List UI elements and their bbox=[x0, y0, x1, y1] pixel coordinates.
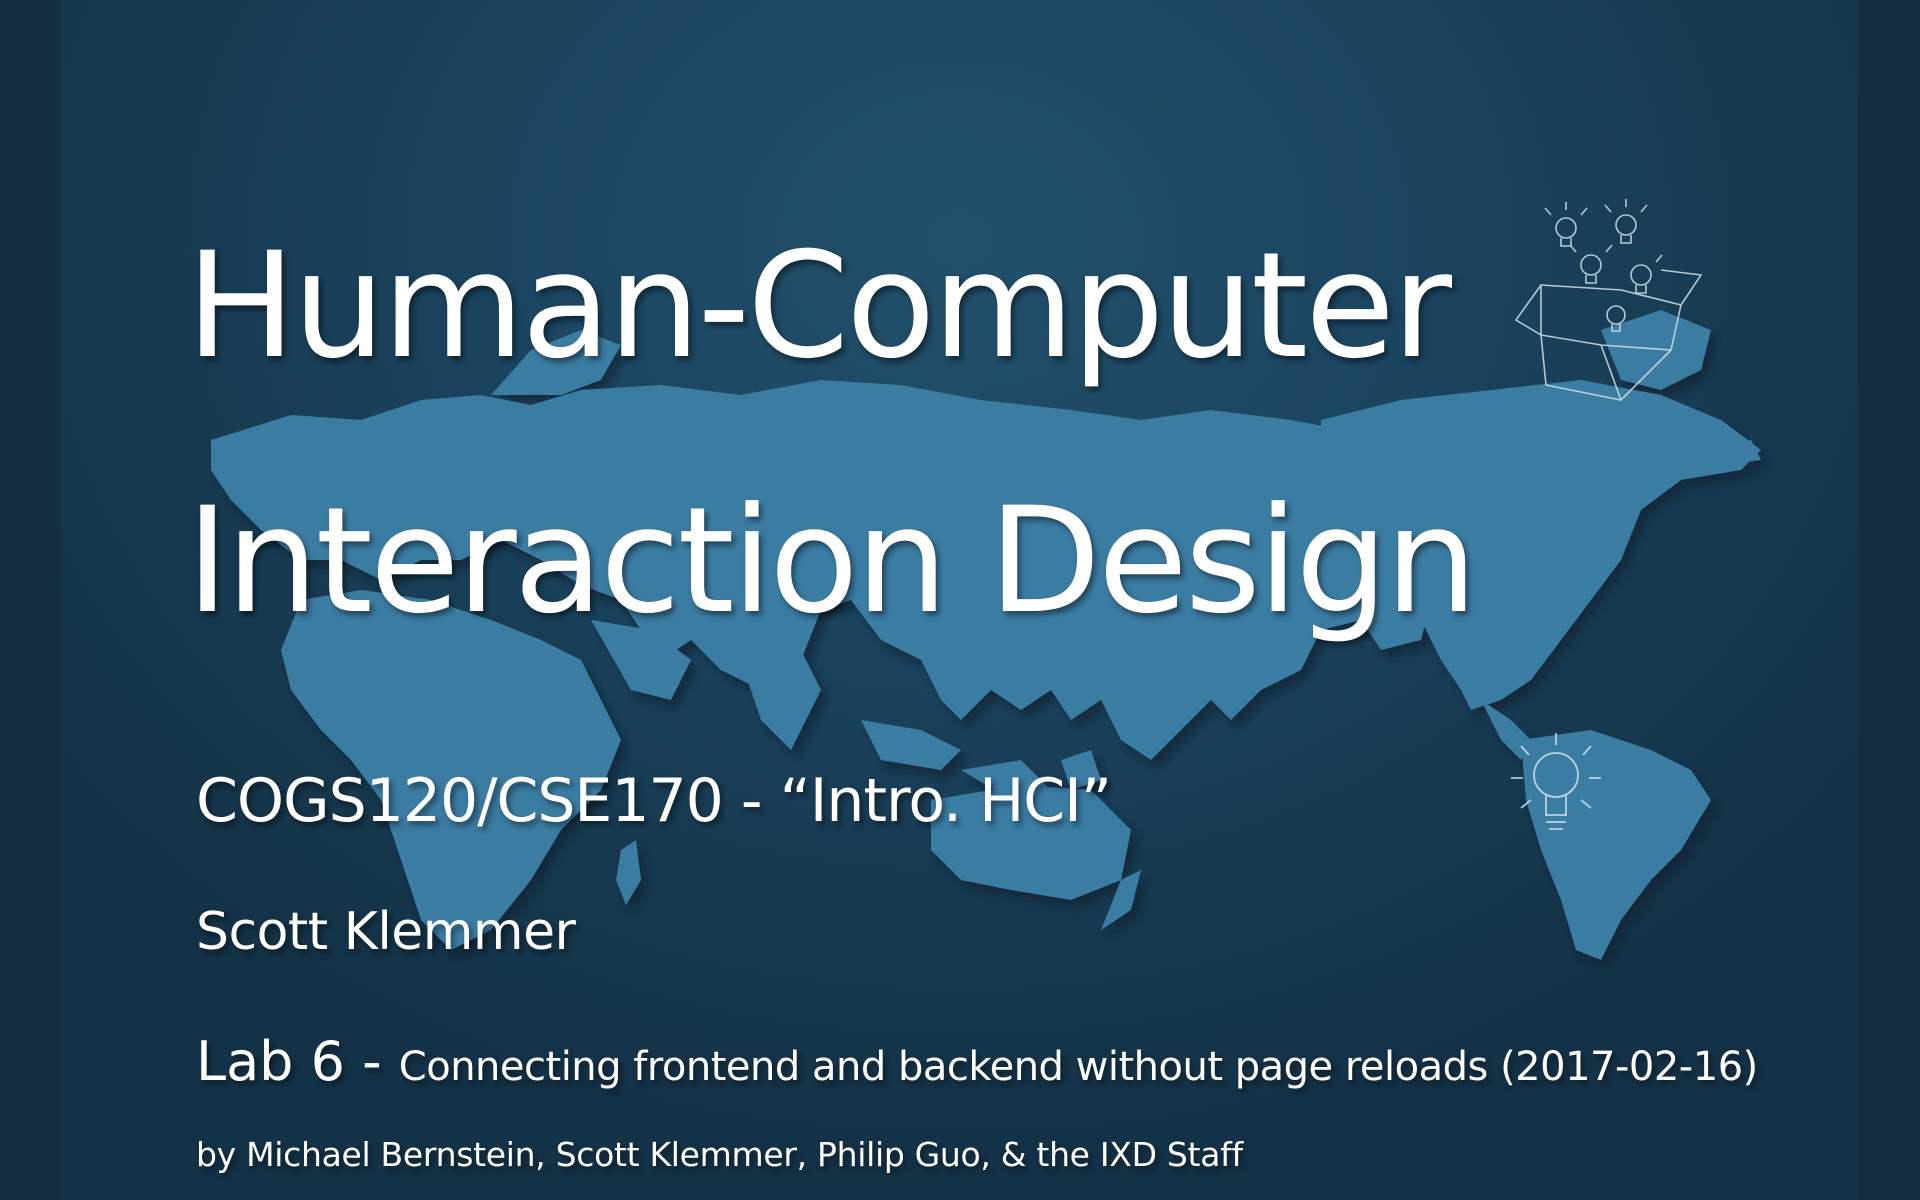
title-line-1: Human-Computer bbox=[186, 221, 1452, 391]
lightbulb-icon bbox=[1511, 733, 1601, 830]
author-name: Scott Klemmer bbox=[196, 902, 576, 962]
lab-title: Lab 6 - Connecting frontend and backend … bbox=[196, 1030, 1758, 1093]
slide: Human-Computer Interaction Design COGS12… bbox=[61, 0, 1858, 1200]
lab-description: Connecting frontend and backend without … bbox=[398, 1044, 1758, 1090]
lab-label: Lab 6 - bbox=[196, 1030, 399, 1093]
title-line-2: Interaction Design bbox=[186, 476, 1478, 646]
credits: by Michael Bernstein, Scott Klemmer, Phi… bbox=[196, 1135, 1243, 1174]
course-code: COGS120/CSE170 - “Intro. HCI” bbox=[196, 766, 1112, 836]
